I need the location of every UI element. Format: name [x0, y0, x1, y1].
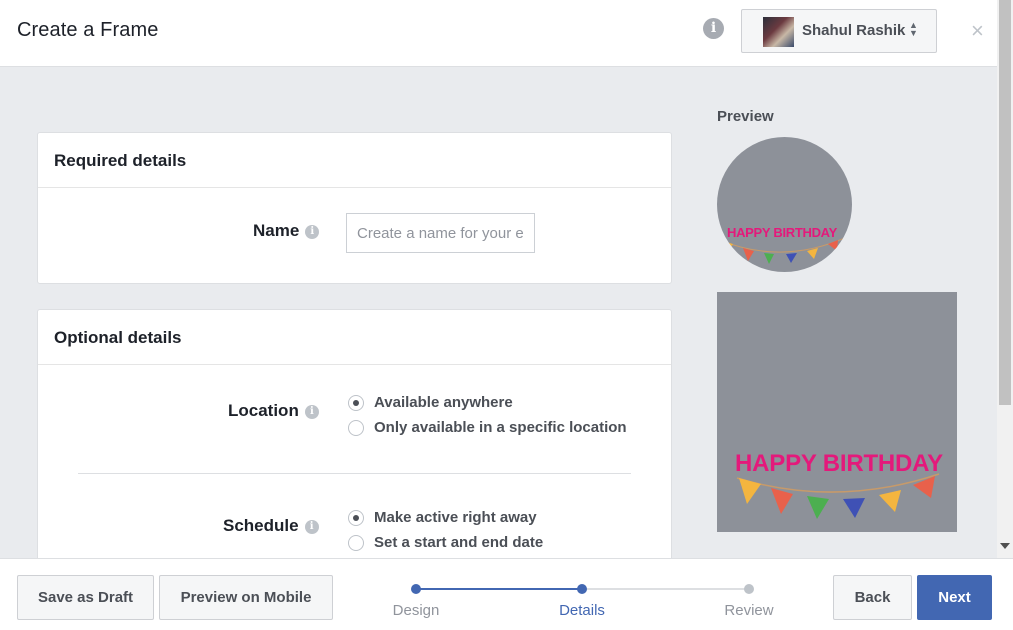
optional-details-heading: Optional details — [38, 310, 671, 365]
location-option-label: Only available in a specific location — [374, 419, 627, 436]
schedule-label-row: Schedule i — [223, 516, 319, 536]
scroll-down-arrow-icon[interactable] — [1000, 543, 1010, 549]
next-button[interactable]: Next — [917, 575, 992, 620]
sort-arrows-icon: ▲ ▼ — [909, 20, 918, 38]
scrollbar[interactable] — [997, 0, 1013, 558]
preview-profile-circle: HAPPY BIRTHDAY — [717, 137, 852, 272]
progress-line-complete — [416, 588, 582, 590]
name-label-row: Name i — [253, 221, 320, 241]
preview-square-frame: HAPPY BIRTHDAY — [717, 292, 957, 532]
schedule-label: Schedule — [223, 516, 299, 535]
info-icon[interactable]: i — [703, 18, 724, 39]
location-label: Location — [228, 401, 299, 420]
required-details-heading: Required details — [38, 133, 671, 188]
avatar — [763, 17, 794, 47]
radio-selected-icon[interactable] — [348, 394, 364, 411]
name-info-icon[interactable]: i — [305, 224, 320, 239]
dialog-header: Create a Frame i Shahul Rashik ▲ ▼ — [0, 0, 997, 67]
dialog-title: Create a Frame — [17, 19, 159, 41]
section-divider — [78, 473, 631, 474]
schedule-option-label: Make active right away — [374, 509, 537, 526]
step-dot-review[interactable] — [744, 584, 754, 594]
progress-line-remaining — [582, 588, 749, 590]
scrollbar-thumb[interactable] — [999, 0, 1011, 405]
back-button[interactable]: Back — [833, 575, 912, 620]
location-label-row: Location i — [228, 401, 319, 421]
location-option-specific[interactable]: Only available in a specific location — [348, 419, 627, 436]
step-dot-design[interactable] — [411, 584, 421, 594]
radio-unselected-icon[interactable] — [348, 534, 364, 551]
preview-on-mobile-button[interactable]: Preview on Mobile — [159, 575, 333, 620]
preview-label: Preview — [717, 108, 774, 125]
optional-details-card: Optional details Location i Available any… — [37, 309, 672, 558]
location-option-anywhere[interactable]: Available anywhere — [348, 394, 513, 411]
name-input[interactable] — [346, 213, 535, 253]
bunting-icon — [736, 473, 940, 519]
schedule-info-icon[interactable]: i — [304, 519, 319, 534]
schedule-option-label: Set a start and end date — [374, 534, 544, 551]
name-label: Name — [253, 221, 300, 240]
dialog-footer: Save as Draft Preview on Mobile Design D… — [0, 558, 1013, 630]
save-as-draft-button[interactable]: Save as Draft — [17, 575, 154, 620]
schedule-option-dates[interactable]: Set a start and end date — [348, 534, 543, 551]
location-info-icon[interactable]: i — [304, 404, 319, 419]
step-label-details[interactable]: Details — [532, 602, 632, 619]
account-name: Shahul Rashik — [802, 22, 906, 39]
account-selector[interactable]: Shahul Rashik ▲ ▼ — [741, 9, 937, 53]
radio-unselected-icon[interactable] — [348, 419, 364, 436]
schedule-option-now[interactable]: Make active right away — [348, 509, 537, 526]
close-icon[interactable]: × — [971, 20, 984, 42]
step-label-review[interactable]: Review — [699, 602, 799, 619]
step-dot-details[interactable] — [577, 584, 587, 594]
radio-selected-icon[interactable] — [348, 509, 364, 526]
location-option-label: Available anywhere — [374, 394, 513, 411]
bunting-icon — [721, 236, 848, 264]
required-details-card: Required details Name i — [37, 132, 672, 284]
dialog-content: Required details Namei Optional details … — [0, 67, 997, 558]
step-label-design[interactable]: Design — [366, 602, 466, 619]
